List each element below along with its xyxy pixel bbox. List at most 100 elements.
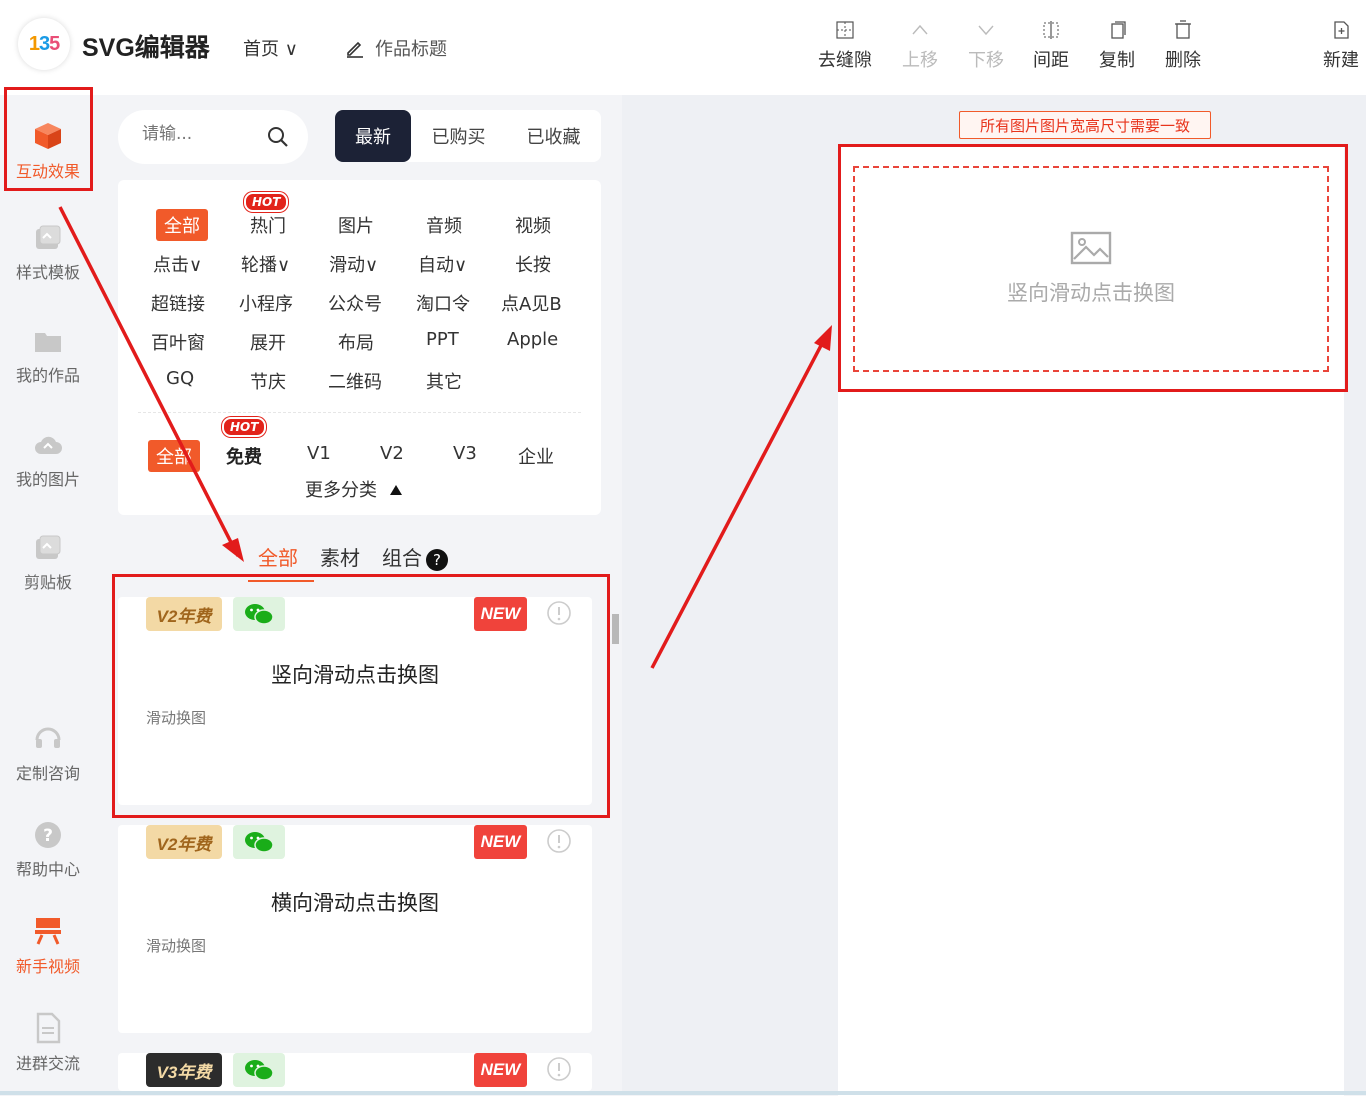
category-expand[interactable]: 展开: [250, 329, 286, 355]
work-title-field[interactable]: 作品标题: [345, 35, 447, 61]
help-icon[interactable]: ?: [426, 548, 448, 571]
category-long-press[interactable]: 长按: [515, 251, 551, 277]
price-free[interactable]: 免费: [226, 443, 262, 469]
sidebar-item-beginner-videos[interactable]: 新手视频: [0, 915, 96, 977]
folder-icon: [35, 333, 61, 352]
move-down-button[interactable]: 下移: [951, 20, 1021, 72]
sidebar-item-label: 样式模板: [15, 263, 80, 282]
category-carousel[interactable]: 轮播∨: [241, 251, 290, 277]
template-card[interactable]: V3年费 NEW: [118, 1053, 592, 1091]
document-icon: [36, 1012, 61, 1044]
category-blinds[interactable]: 百叶窗: [151, 329, 205, 355]
sidebar-item-label: 我的图片: [15, 470, 80, 489]
canvas-notice: 所有图片图片宽高尺寸需要一致: [959, 111, 1211, 139]
move-down-label: 下移: [968, 50, 1004, 71]
search-icon[interactable]: [266, 125, 290, 149]
more-categories-toggle[interactable]: 更多分类: [305, 476, 403, 502]
category-other[interactable]: 其它: [426, 368, 462, 394]
logo-char: 1: [28, 32, 40, 55]
price-v2[interactable]: V2: [380, 443, 404, 464]
category-festival[interactable]: 节庆: [250, 368, 286, 394]
image-placeholder[interactable]: 竖向滑动点击换图: [853, 166, 1329, 372]
delete-button[interactable]: 删除: [1148, 20, 1218, 72]
type-tabs: 全部 素材 组合?: [258, 542, 448, 571]
annotation-arrowhead: [222, 538, 244, 562]
list-scrollbar[interactable]: [609, 598, 619, 1088]
copy-icon: [1111, 21, 1126, 39]
type-tab-combo[interactable]: 组合?: [382, 542, 448, 571]
clipboard-icon: [36, 535, 61, 559]
category-ppt[interactable]: PPT: [426, 329, 459, 350]
cube-icon: [35, 123, 61, 149]
headset-icon: [35, 727, 61, 748]
new-file-icon: [1334, 21, 1349, 39]
category-slide[interactable]: 滑动∨: [329, 251, 378, 277]
sidebar-item-custom-consult[interactable]: 定制咨询: [0, 722, 96, 784]
template-subtitle: 滑动换图: [146, 709, 207, 727]
scrollbar-thumb[interactable]: [612, 614, 619, 644]
sidebar-item-clipboard[interactable]: 剪贴板: [0, 533, 96, 593]
category-official-account[interactable]: 公众号: [328, 290, 382, 316]
sidebar-item-interactive-effects[interactable]: 互动效果: [0, 120, 96, 182]
sidebar-item-label: 进群交流: [15, 1054, 80, 1073]
category-auto[interactable]: 自动∨: [418, 251, 467, 277]
sidebar-item-join-group[interactable]: 进群交流: [0, 1012, 96, 1074]
type-tab-material[interactable]: 素材: [320, 542, 360, 571]
type-tab-all[interactable]: 全部: [258, 542, 298, 571]
category-all[interactable]: 全部: [156, 209, 208, 241]
tab-latest[interactable]: 最新: [335, 110, 411, 162]
new-badge: NEW: [474, 597, 527, 631]
tab-purchased[interactable]: 已购买: [411, 110, 506, 162]
category-hot[interactable]: 热门: [250, 212, 286, 238]
image-icon: [1070, 231, 1112, 265]
wechat-icon: [233, 597, 285, 631]
tier-badge: V2年费: [146, 825, 222, 859]
category-qr-code[interactable]: 二维码: [328, 368, 382, 394]
move-up-button[interactable]: 上移: [885, 20, 955, 72]
tab-favorited[interactable]: 已收藏: [506, 110, 601, 162]
logo-char: 5: [49, 32, 60, 55]
category-audio[interactable]: 音频: [426, 212, 462, 238]
sidebar-item-label: 定制咨询: [15, 764, 80, 783]
bottom-border: [0, 1091, 1366, 1095]
price-all[interactable]: 全部: [148, 440, 200, 472]
info-icon[interactable]: [546, 1056, 572, 1082]
chevron-down-icon: [978, 25, 994, 36]
template-card[interactable]: V2年费 NEW 横向滑动点击换图 滑动换图: [118, 825, 592, 1033]
sidebar-item-style-templates[interactable]: 样式模板: [0, 223, 96, 283]
spacing-button[interactable]: 间距: [1016, 20, 1086, 72]
search-input[interactable]: [140, 123, 260, 145]
sidebar-item-help-center[interactable]: ? 帮助中心: [0, 820, 96, 880]
price-v1[interactable]: V1: [307, 443, 331, 464]
pencil-icon: [347, 41, 363, 58]
category-click-a-show-b[interactable]: 点A见B: [501, 290, 562, 316]
sidebar-item-label: 帮助中心: [15, 860, 80, 879]
type-tab-combo-label: 组合: [382, 546, 422, 570]
price-enterprise[interactable]: 企业: [518, 443, 554, 469]
category-video[interactable]: 视频: [515, 212, 551, 238]
new-button[interactable]: 新建: [1306, 20, 1366, 72]
gap-button[interactable]: 去缝隙: [810, 20, 880, 72]
category-image[interactable]: 图片: [338, 212, 374, 238]
category-layout[interactable]: 布局: [338, 329, 374, 355]
template-title: 竖向滑动点击换图: [271, 663, 439, 687]
template-card[interactable]: V2年费 NEW 竖向滑动点击换图 滑动换图: [118, 597, 592, 805]
info-icon[interactable]: [546, 828, 572, 854]
sidebar-item-my-works[interactable]: 我的作品: [0, 326, 96, 386]
copy-button[interactable]: 复制: [1082, 20, 1152, 72]
category-gq[interactable]: GQ: [166, 368, 194, 389]
category-mini-program[interactable]: 小程序: [239, 290, 293, 316]
wechat-icon: [233, 1053, 285, 1087]
template-icon: [36, 225, 61, 249]
sidebar-item-label: 新手视频: [15, 957, 80, 976]
category-taobao-code[interactable]: 淘口令: [416, 290, 470, 316]
home-menu[interactable]: 首页 ∨: [243, 35, 298, 61]
app-logo[interactable]: 135: [18, 18, 70, 70]
category-apple[interactable]: Apple: [507, 329, 558, 350]
category-click[interactable]: 点击∨: [153, 251, 202, 277]
category-hyperlink[interactable]: 超链接: [151, 290, 205, 316]
info-icon[interactable]: [546, 600, 572, 626]
sidebar-item-my-images[interactable]: 我的图片: [0, 430, 96, 490]
price-v3[interactable]: V3: [453, 443, 477, 464]
template-subtitle: 滑动换图: [146, 937, 207, 955]
